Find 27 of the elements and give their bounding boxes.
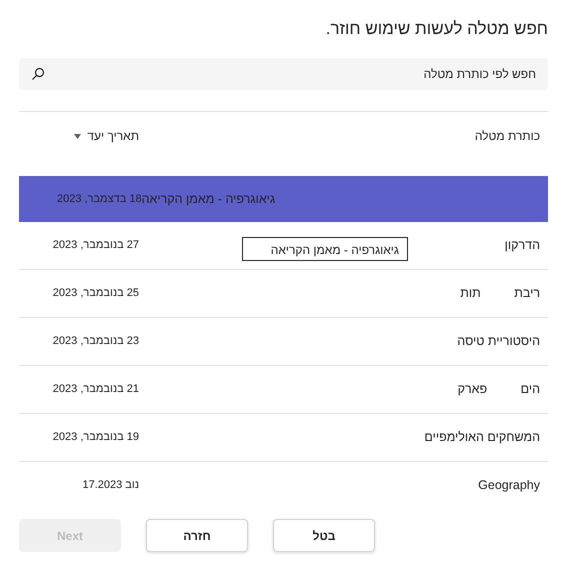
table-row[interactable]: הים פארק 21 בנובמבר, 2023 bbox=[19, 366, 548, 414]
table-cell: 27 בנובמבר, 2023 bbox=[52, 239, 139, 252]
column-header[interactable]: תאריך יעד bbox=[87, 127, 139, 145]
table-cell: הים פארק bbox=[458, 382, 540, 396]
table-cell: נוב 17.2023 bbox=[82, 479, 139, 492]
table-cell: 25 בנובמבר, 2023 bbox=[52, 287, 139, 300]
search-icon bbox=[31, 67, 45, 81]
table-cell: 21 בנובמבר, 2023 bbox=[52, 383, 139, 396]
table-row[interactable]: המשחקים האולימפיים 19 בנובמבר, 2023 bbox=[19, 414, 548, 462]
tooltip: גיאוגרפיה - מאמן הקריאה bbox=[242, 237, 408, 261]
table-cell: המשחקים האולימפיים bbox=[424, 430, 540, 444]
table-cell-text: 18 בדצמבר, 2023 bbox=[56, 192, 142, 207]
table-cell: 23 בנובמבר, 2023 bbox=[52, 335, 139, 348]
table-cell: היסטוריית טיסה bbox=[457, 334, 540, 348]
table-cell: ריבת תות bbox=[460, 286, 540, 300]
table-cell: Geography bbox=[478, 478, 540, 492]
search-field[interactable]: חפש לפי כותרת מטלה bbox=[19, 58, 548, 90]
table-cell-text: גיאוגרפיה - מאמן הקריאה bbox=[142, 190, 276, 208]
table-row[interactable]: ריבת תות 25 בנובמבר, 2023 bbox=[19, 270, 548, 318]
dialog-title: חפש מטלה לעשות שימוש חוזר. bbox=[324, 18, 548, 40]
table-cell: 19 בנובמבר, 2023 bbox=[52, 431, 139, 444]
table-cell: הדרקון bbox=[504, 238, 540, 252]
sort-caret-icon[interactable] bbox=[74, 134, 82, 138]
table-row[interactable]: היסטוריית טיסה 23 בנובמבר, 2023 bbox=[19, 318, 548, 366]
dialog-button[interactable]: חזרה bbox=[146, 519, 248, 552]
dialog-button[interactable]: בטל bbox=[273, 519, 375, 552]
column-header[interactable]: כותרת מטלה bbox=[474, 129, 540, 143]
